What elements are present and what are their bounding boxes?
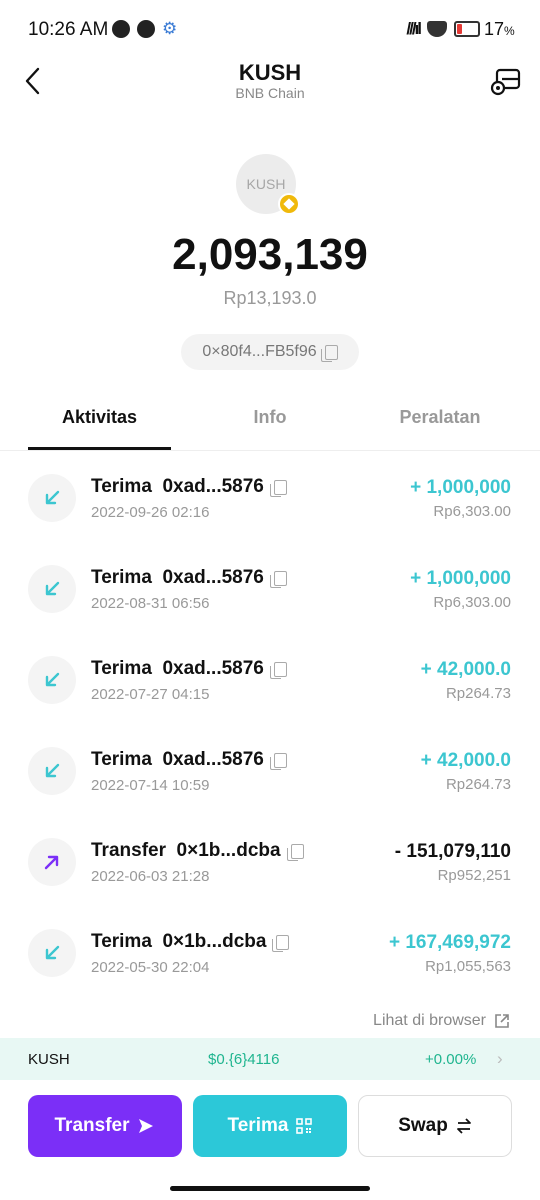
copy-icon[interactable]: [269, 570, 287, 588]
activity-title: Terima 0xad...5876: [91, 476, 287, 498]
activity-amount: - 151,079,110: [394, 841, 511, 862]
activity-amount: + 1,000,000: [410, 568, 511, 589]
copy-icon[interactable]: [320, 344, 338, 362]
copy-icon[interactable]: [269, 752, 287, 770]
tab-peralatan[interactable]: Peralatan: [370, 407, 510, 428]
activity-row[interactable]: Terima 0xad...5876 2022-07-27 04:15 + 42…: [0, 638, 540, 728]
activity-row[interactable]: Terima 0xad...5876 2022-07-14 10:59 + 42…: [0, 729, 540, 819]
external-link-icon: [495, 1014, 509, 1028]
activity-title: Terima 0×1b...dcba: [91, 931, 290, 953]
token-balance: 2,093,139: [172, 230, 368, 279]
activity-date: 2022-08-31 06:56: [91, 595, 210, 612]
receive-button-label: Terima: [227, 1115, 289, 1136]
ticker-price: $0.{6}4116: [208, 1051, 280, 1068]
send-arrow-icon: [28, 838, 76, 886]
activity-row[interactable]: Terima 0xad...5876 2022-08-31 06:56 + 1,…: [0, 547, 540, 637]
activity-fiat: Rp1,055,563: [425, 958, 511, 975]
tab-bar: Aktivitas Info Peralatan: [0, 395, 540, 451]
activity-title: Transfer 0×1b...dcba: [91, 840, 304, 862]
dnd-icon: [112, 20, 130, 38]
tab-info[interactable]: Info: [200, 407, 340, 428]
token-fiat-value: Rp13,193.0: [223, 288, 317, 308]
activity-row[interactable]: Terima 0xad...5876 2022-09-26 02:16 + 1,…: [0, 456, 540, 546]
receive-arrow-icon: [28, 565, 76, 613]
token-settings-icon: [490, 68, 521, 96]
activity-date: 2022-07-14 10:59: [91, 777, 210, 794]
contract-address-pill[interactable]: 0×80f4...FB5f96: [181, 334, 359, 370]
battery-percent: 17%: [484, 19, 515, 39]
activity-fiat: Rp952,251: [437, 867, 511, 884]
activity-date: 2022-07-27 04:15: [91, 686, 210, 703]
token-settings-button[interactable]: [490, 66, 522, 96]
send-icon: [139, 1119, 154, 1133]
activity-amount: + 42,000.0: [420, 750, 511, 771]
copy-icon[interactable]: [269, 479, 287, 497]
receive-button[interactable]: Terima: [193, 1095, 347, 1157]
activity-amount: + 1,000,000: [410, 477, 511, 498]
activity-row[interactable]: Terima 0×1b...dcba 2022-05-30 22:04 + 16…: [0, 911, 540, 1001]
view-in-browser-link[interactable]: Lihat di browser: [373, 1012, 510, 1030]
activity-amount: + 42,000.0: [420, 659, 511, 680]
clock-icon: [137, 20, 155, 38]
activity-title: Terima 0xad...5876: [91, 567, 287, 589]
copy-icon[interactable]: [272, 934, 290, 952]
activity-date: 2022-09-26 02:16: [91, 504, 210, 521]
activity-fiat: Rp264.73: [445, 685, 511, 702]
activity-fiat: Rp6,303.00: [433, 594, 511, 611]
swap-icon: [456, 1118, 471, 1134]
chain-subtitle: BNB Chain: [235, 85, 305, 101]
copy-icon[interactable]: [286, 843, 304, 861]
activity-row[interactable]: Transfer 0×1b...dcba 2022-06-03 21:28 - …: [0, 820, 540, 910]
receive-arrow-icon: [28, 474, 76, 522]
activity-amount: + 167,469,972: [388, 932, 511, 953]
activity-title: Terima 0xad...5876: [91, 658, 287, 680]
receive-arrow-icon: [28, 929, 76, 977]
tab-aktivitas[interactable]: Aktivitas: [28, 407, 171, 428]
activity-title: Terima 0xad...5876: [91, 749, 287, 771]
swap-button[interactable]: Swap: [358, 1095, 512, 1157]
copy-icon[interactable]: [269, 661, 287, 679]
chevron-right-icon: ›: [497, 1049, 503, 1068]
activity-date: 2022-06-03 21:28: [91, 868, 210, 885]
status-time: 10:26 AM: [28, 19, 109, 40]
battery-icon: [454, 21, 480, 37]
activity-fiat: Rp6,303.00: [433, 503, 511, 520]
active-tab-indicator: [28, 447, 171, 450]
price-ticker[interactable]: KUSH $0.{6}4116 +0.00% ›: [0, 1038, 540, 1080]
home-indicator[interactable]: [170, 1186, 370, 1191]
vpn-icon: [427, 21, 447, 37]
signal-icon: ///ıl: [406, 19, 422, 38]
contract-address: 0×80f4...FB5f96: [202, 343, 317, 360]
view-in-browser-label: Lihat di browser: [373, 1012, 486, 1029]
header: KUSH BNB Chain: [0, 60, 540, 110]
activity-fiat: Rp264.73: [445, 776, 511, 793]
activity-date: 2022-05-30 22:04: [91, 959, 210, 976]
ticker-change: +0.00%: [425, 1051, 477, 1068]
bnb-chain-icon: [278, 193, 300, 215]
receive-arrow-icon: [28, 656, 76, 704]
action-bar: Transfer Terima Swap: [0, 1095, 540, 1157]
ticker-symbol: KUSH: [28, 1051, 70, 1068]
transfer-button[interactable]: Transfer: [28, 1095, 182, 1157]
receive-arrow-icon: [28, 747, 76, 795]
swap-button-label: Swap: [398, 1115, 448, 1136]
settings-notification-icon: ⚙: [162, 19, 178, 38]
page-title: KUSH: [238, 60, 302, 85]
status-bar: 10:26 AM ⚙ ///ıl 17%: [0, 0, 540, 60]
transfer-button-label: Transfer: [54, 1115, 130, 1136]
qr-code-icon: [296, 1118, 313, 1134]
